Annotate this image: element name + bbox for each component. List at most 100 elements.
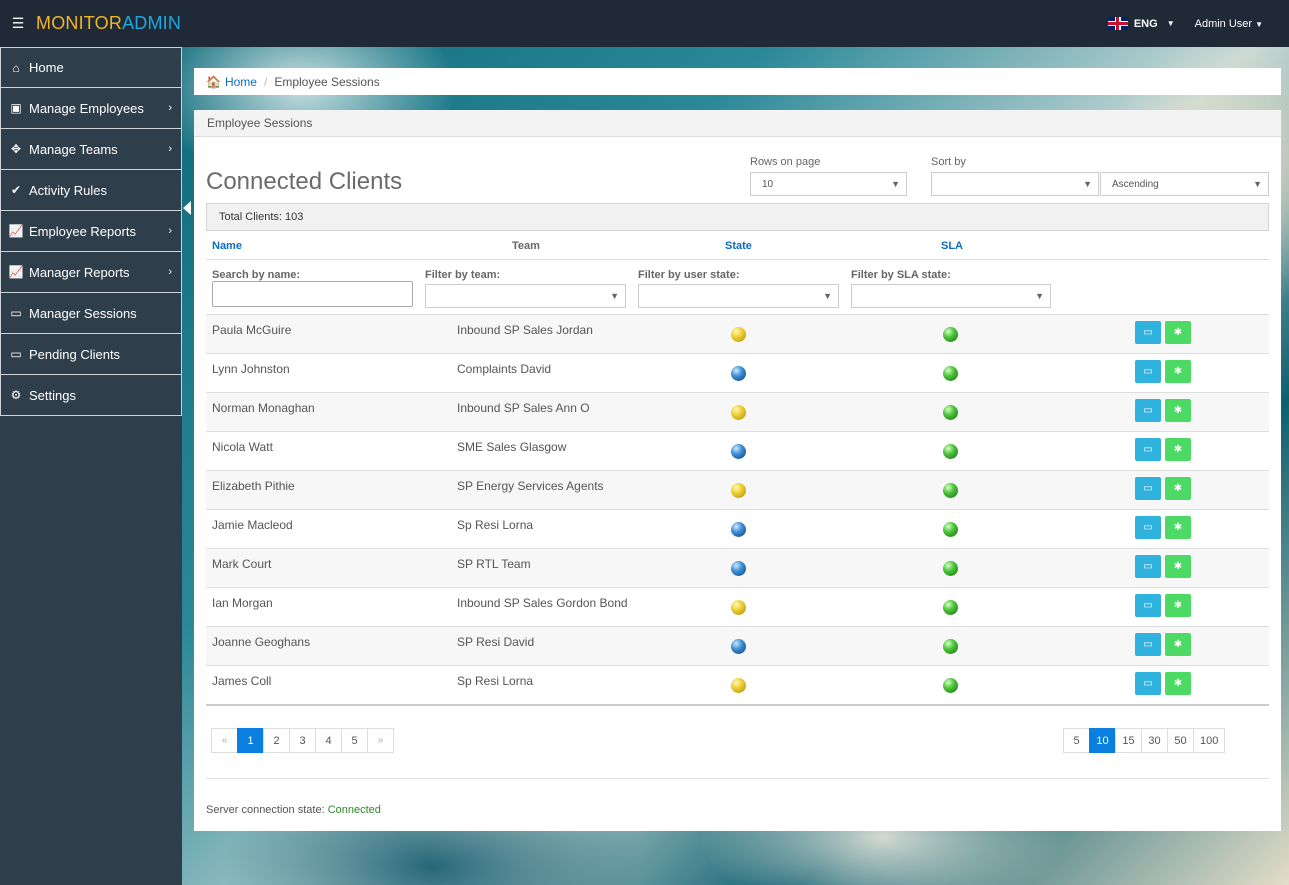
dropdown-arrow-icon: ▼ [610,291,619,301]
page-size-15[interactable]: 15 [1115,728,1142,753]
client-name: James Coll [212,674,272,688]
breadcrumb-home-link[interactable]: Home [225,75,257,89]
settings-button[interactable]: ✱ [1165,321,1191,344]
connection-state-value: Connected [327,804,381,816]
gear-icon: ✱ [1173,366,1183,377]
filter-team-select[interactable]: ▼ [425,284,626,308]
sidebar-item-activity-rules[interactable]: ✔ Activity Rules [0,170,182,211]
view-screen-button[interactable]: ▭ [1135,594,1161,617]
language-selector[interactable]: ENG ▼ [1107,17,1175,30]
hamburger-menu-icon[interactable]: ☰ [0,15,36,32]
gears-icon: ⚙ [10,388,22,402]
monitor-icon: ▭ [1143,600,1153,611]
sidebar-item-manage-teams[interactable]: ✥ Manage Teams › [0,129,182,170]
gear-icon: ✱ [1173,600,1183,611]
user-menu[interactable]: Admin User ▼ [1195,18,1263,30]
settings-button[interactable]: ✱ [1165,477,1191,500]
pagination-page-2[interactable]: 2 [263,728,290,753]
client-name: Jamie Macleod [212,518,293,532]
line-chart-icon: 📈 [8,265,24,279]
pagination-page-3[interactable]: 3 [289,728,316,753]
sidebar-collapse-arrow[interactable] [183,201,191,215]
view-screen-button[interactable]: ▭ [1135,477,1161,500]
column-header-name[interactable]: Name [212,240,242,252]
pagination-page-5[interactable]: 5 [341,728,368,753]
table-row: Jamie Macleod Sp Resi Lorna ▭ ✱ [206,509,1269,548]
page-size-50[interactable]: 50 [1167,728,1194,753]
settings-button[interactable]: ✱ [1165,594,1191,617]
user-state-indicator-icon [731,561,746,576]
uk-flag-icon [1107,17,1128,30]
view-screen-button[interactable]: ▭ [1135,633,1161,656]
view-screen-button[interactable]: ▭ [1135,399,1161,422]
sidebar-item-home[interactable]: ⌂ Home [0,47,182,88]
view-screen-button[interactable]: ▭ [1135,321,1161,344]
page-size-30[interactable]: 30 [1141,728,1168,753]
settings-button[interactable]: ✱ [1165,633,1191,656]
sort-by-select[interactable]: ▼ [931,172,1099,196]
check-icon: ✔ [10,183,22,197]
dropdown-arrow-icon: ▼ [823,291,832,301]
monitor-icon: ▭ [1143,444,1153,455]
settings-button[interactable]: ✱ [1165,672,1191,695]
pagination-next[interactable]: » [367,728,394,753]
pagination-prev[interactable]: « [211,728,238,753]
view-screen-button[interactable]: ▭ [1135,516,1161,539]
column-header-state[interactable]: State [725,240,752,252]
settings-button[interactable]: ✱ [1165,360,1191,383]
pagination-page-1[interactable]: 1 [237,728,264,753]
gear-icon: ✱ [1173,444,1183,455]
client-name: Norman Monaghan [212,401,315,415]
settings-button[interactable]: ✱ [1165,516,1191,539]
sla-state-indicator-icon [943,366,958,381]
sort-order-select[interactable]: Ascending ▼ [1100,172,1269,196]
server-connection-status: Server connection state: Connected [206,804,381,816]
table-row: James Coll Sp Resi Lorna ▭ ✱ [206,665,1269,704]
sidebar-item-manager-reports[interactable]: 📈 Manager Reports › [0,252,182,293]
client-name: Elizabeth Pithie [212,479,295,493]
sidebar-item-manage-employees[interactable]: ▣ Manage Employees › [0,88,182,129]
client-name: Paula McGuire [212,323,292,337]
sla-state-indicator-icon [943,561,958,576]
monitor-icon: ▭ [1143,678,1153,689]
page-size-10[interactable]: 10 [1089,728,1116,753]
user-state-indicator-icon [731,405,746,420]
client-team: Inbound SP Sales Jordan [457,323,593,337]
rows-on-page-select[interactable]: 10 ▼ [750,172,907,196]
gear-icon: ✱ [1173,483,1183,494]
page-size-100[interactable]: 100 [1193,728,1226,753]
pagination-page-4[interactable]: 4 [315,728,342,753]
view-screen-button[interactable]: ▭ [1135,438,1161,461]
view-screen-button[interactable]: ▭ [1135,672,1161,695]
client-team: Sp Resi Lorna [457,518,534,532]
sidebar-item-pending-clients[interactable]: ▭ Pending Clients [0,334,182,375]
sidebar-item-employee-reports[interactable]: 📈 Employee Reports › [0,211,182,252]
monitor-icon: ▭ [10,306,22,320]
client-team: SP RTL Team [457,557,531,571]
client-team: Sp Resi Lorna [457,674,534,688]
chevron-right-icon: › [168,102,172,114]
sidebar: ⌂ Home ▣ Manage Employees › ✥ Manage Teams › … [0,47,182,885]
client-name: Nicola Watt [212,440,273,454]
settings-button[interactable]: ✱ [1165,438,1191,461]
filter-state-select[interactable]: ▼ [638,284,839,308]
column-header-sla[interactable]: SLA [941,240,963,252]
filter-sla-select[interactable]: ▼ [851,284,1051,308]
page-size-5[interactable]: 5 [1063,728,1090,753]
view-screen-button[interactable]: ▭ [1135,555,1161,578]
sidebar-item-manager-sessions[interactable]: ▭ Manager Sessions [0,293,182,334]
monitor-icon: ▭ [1143,366,1153,377]
sidebar-item-settings[interactable]: ⚙ Settings [0,375,182,416]
chevron-right-icon: › [168,266,172,278]
gear-icon: ✱ [1173,327,1183,338]
client-team: Inbound SP Sales Ann O [457,401,590,415]
settings-button[interactable]: ✱ [1165,399,1191,422]
breadcrumb-separator: / [263,74,268,89]
view-screen-button[interactable]: ▭ [1135,360,1161,383]
monitor-icon: ▭ [1143,639,1153,650]
brand-logo[interactable]: MONITORADMIN [36,13,181,34]
search-name-input[interactable] [212,281,413,307]
settings-button[interactable]: ✱ [1165,555,1191,578]
move-arrows-icon: ✥ [10,142,22,156]
sort-by-label: Sort by [931,156,966,168]
